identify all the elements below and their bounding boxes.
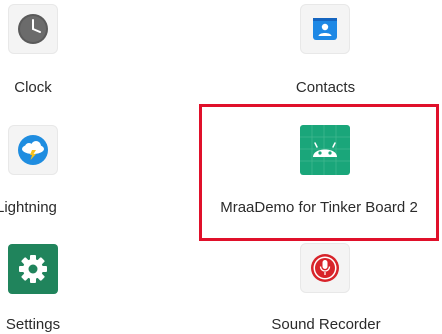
app-clock[interactable]: Clock	[0, 0, 70, 100]
microphone-icon	[300, 243, 350, 293]
highlight-box	[199, 104, 439, 241]
app-label-sound-recorder: Sound Recorder	[271, 316, 381, 333]
app-contacts[interactable]: Contacts	[270, 0, 390, 100]
app-label-clock: Clock	[14, 79, 52, 96]
clock-icon	[8, 4, 58, 54]
app-label-contacts: Contacts	[295, 79, 356, 96]
app-label-settings: Settings	[5, 316, 61, 333]
app-settings[interactable]: Settings	[0, 240, 70, 333]
contacts-icon	[300, 4, 350, 54]
lightning-icon	[8, 125, 58, 175]
app-label-lightning: Lightning	[0, 199, 57, 216]
gear-icon	[8, 244, 58, 294]
app-lightning[interactable]: Lightning	[0, 120, 70, 220]
app-sound-recorder[interactable]: Sound Recorder	[260, 240, 392, 333]
